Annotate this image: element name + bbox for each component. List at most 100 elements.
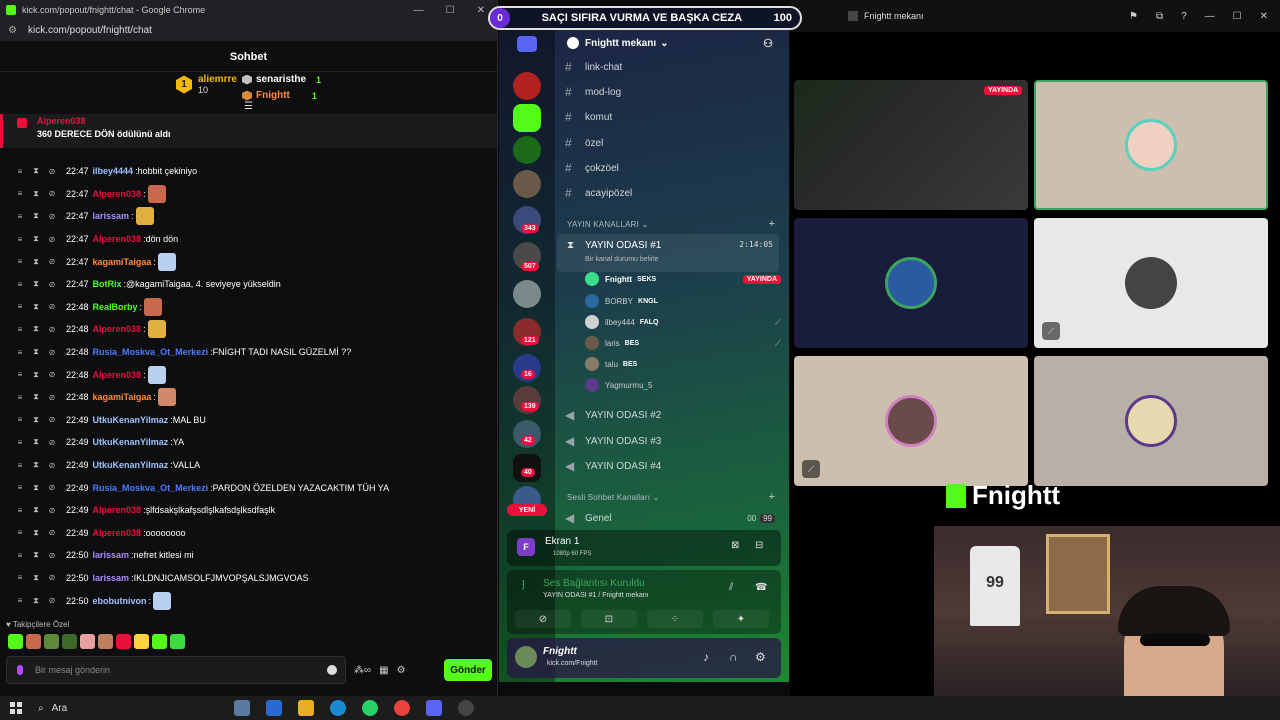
participant-tile[interactable] (794, 218, 1028, 348)
participant-tile[interactable] (1034, 356, 1268, 486)
emote-icon[interactable] (116, 634, 131, 649)
pin-message-icon[interactable]: ≡ (16, 189, 24, 198)
help-icon[interactable]: ? (1181, 11, 1187, 22)
ban-icon[interactable]: ⊘ (48, 483, 56, 492)
copilot-icon[interactable] (234, 700, 250, 716)
guild-header[interactable]: Fnightt mekanı ⌄ ⚇ (555, 26, 789, 60)
voice-user-name[interactable]: ilbey444 (605, 318, 635, 327)
channel-ozel[interactable]: # özel (565, 136, 603, 150)
pin-message-icon[interactable]: ≡ (16, 506, 24, 515)
pin-message-icon[interactable]: ≡ (16, 280, 24, 289)
ban-icon[interactable]: ⊘ (48, 302, 56, 311)
timeout-icon[interactable]: ⧗ (32, 279, 40, 289)
guild-name[interactable]: Fnightt mekanı (585, 38, 656, 49)
ban-icon[interactable]: ⊘ (48, 393, 56, 402)
message-username[interactable]: larissam (93, 573, 130, 583)
timeout-icon[interactable]: ⧗ (32, 437, 40, 447)
pin-message-icon[interactable]: ≡ (16, 551, 24, 560)
voice-user[interactable]: BORBY KNGL (585, 294, 781, 308)
voice-channel-2[interactable]: ◀ YAYIN ODASI #2 (565, 408, 661, 422)
chat-message-input[interactable]: Bir mesaj gönderin (6, 656, 346, 684)
stop-stream-icon[interactable]: ⊠ (731, 540, 739, 551)
emote-icon[interactable] (152, 634, 167, 649)
ban-icon[interactable]: ⊘ (48, 167, 56, 176)
whatsapp-icon[interactable] (362, 700, 378, 716)
voice-category[interactable]: YAYIN KANALLARI ⌄ (567, 220, 648, 229)
emote-icon[interactable] (44, 634, 59, 649)
noise-suppression-icon[interactable]: ⫽ (729, 582, 733, 593)
emote-icon[interactable] (26, 634, 41, 649)
voice-user[interactable]: Yagmurmu_5 (585, 378, 781, 392)
voice-channel-4[interactable]: ◀ YAYIN ODASI #4 (565, 459, 661, 473)
store-icon[interactable] (266, 700, 282, 716)
channel-mod-log[interactable]: # mod-log (565, 85, 621, 99)
message-username[interactable]: UtkuKenanYilmaz (93, 415, 169, 425)
participant-tile[interactable]: ⟋ (794, 356, 1028, 486)
chevron-down-icon[interactable]: ⌄ (660, 38, 668, 49)
pin-message-icon[interactable]: ≡ (16, 528, 24, 537)
voice-user-name[interactable]: laris (605, 339, 620, 348)
maximize-icon[interactable]: ☐ (446, 5, 455, 16)
timeout-icon[interactable]: ⧗ (32, 573, 40, 583)
server-icon[interactable] (513, 170, 541, 198)
voice-connection-channel[interactable]: YAYIN ODASI #1 / Fnightt mekanı (543, 592, 649, 599)
ban-icon[interactable]: ⊘ (48, 189, 56, 198)
emote-icon[interactable] (170, 634, 185, 649)
mic-icon[interactable] (17, 665, 23, 675)
emoji-picker-icon[interactable] (327, 665, 337, 675)
message-username[interactable]: ebobutnivon (93, 596, 147, 606)
ban-icon[interactable]: ⊘ (48, 461, 56, 470)
popout-icon[interactable]: ⧉ (1156, 11, 1163, 22)
pin-message-icon[interactable]: ≡ (16, 302, 24, 311)
create-channel-icon[interactable]: + (769, 491, 775, 503)
chat-input-placeholder[interactable]: Bir mesaj gönderin (35, 665, 110, 675)
timeout-icon[interactable]: ⧗ (32, 550, 40, 560)
timeout-icon[interactable]: ⧗ (32, 166, 40, 176)
message-username[interactable]: RealBorby (93, 302, 138, 312)
timeout-icon[interactable]: ⧗ (32, 392, 40, 402)
leaderboard-first-name[interactable]: aliemrre (198, 74, 237, 85)
participant-tile[interactable] (1034, 80, 1268, 210)
active-voice-name[interactable]: YAYIN ODASI #1 (585, 240, 661, 251)
rewards-icon[interactable]: ⁂∞ (354, 665, 371, 676)
emote-icon[interactable] (62, 634, 77, 649)
disconnect-icon[interactable]: ☎ (755, 582, 767, 593)
create-channel-icon[interactable]: + (769, 218, 775, 230)
voice-user[interactable]: Fnightt SEKS YAYINDA (585, 272, 781, 286)
start-menu-icon[interactable] (10, 702, 22, 714)
pin-message-icon[interactable]: ≡ (16, 461, 24, 470)
pinned-user[interactable]: Alperen038 (37, 116, 487, 126)
timeout-icon[interactable]: ⧗ (32, 596, 40, 606)
emote-icon[interactable] (134, 634, 149, 649)
chat-category[interactable]: Sesli Sohbet Kanalları ⌄ (567, 493, 659, 502)
message-username[interactable]: larissam (93, 550, 130, 560)
channel-label[interactable]: komut (585, 112, 612, 123)
user-settings-icon[interactable]: ⚙ (755, 650, 766, 664)
invite-people-icon[interactable]: ⚇ (763, 37, 773, 50)
voice-category-label[interactable]: YAYIN KANALLARI (567, 220, 639, 229)
emote-icon[interactable] (98, 634, 113, 649)
search-label[interactable]: Ara (52, 703, 68, 714)
microphone-icon[interactable]: ♪ (703, 650, 709, 664)
voice-user-name[interactable]: Fnightt (605, 275, 632, 284)
headphones-icon[interactable]: ∩ (729, 650, 738, 664)
ban-icon[interactable]: ⊘ (48, 596, 56, 605)
pin-message-icon[interactable]: ≡ (16, 483, 24, 492)
timeout-icon[interactable]: ⧗ (32, 415, 40, 425)
ban-icon[interactable]: ⊘ (48, 573, 56, 582)
message-username[interactable]: Alperen038 (93, 324, 142, 334)
voice-user[interactable]: talu BES (585, 357, 781, 371)
channel-label[interactable]: YAYIN ODASI #3 (585, 436, 661, 447)
pin-message-icon[interactable]: ≡ (16, 212, 24, 221)
live-badge[interactable]: YAYINDA (742, 274, 781, 284)
flag-icon[interactable]: ⚑ (1129, 11, 1138, 22)
timeout-icon[interactable]: ⧗ (32, 483, 40, 493)
server-icon[interactable] (513, 136, 541, 164)
video-off-button[interactable]: ⊘ (515, 610, 571, 628)
url-text[interactable]: kick.com/popout/fnightt/chat (28, 25, 152, 36)
timeout-icon[interactable]: ⧗ (32, 189, 40, 199)
taskbar-search[interactable]: ⌕ Ara (38, 703, 218, 714)
message-username[interactable]: Rusia_Moskva_Ot_Merkezi (93, 347, 209, 357)
message-username[interactable]: UtkuKenanYilmaz (93, 460, 169, 470)
discord-icon[interactable] (426, 700, 442, 716)
